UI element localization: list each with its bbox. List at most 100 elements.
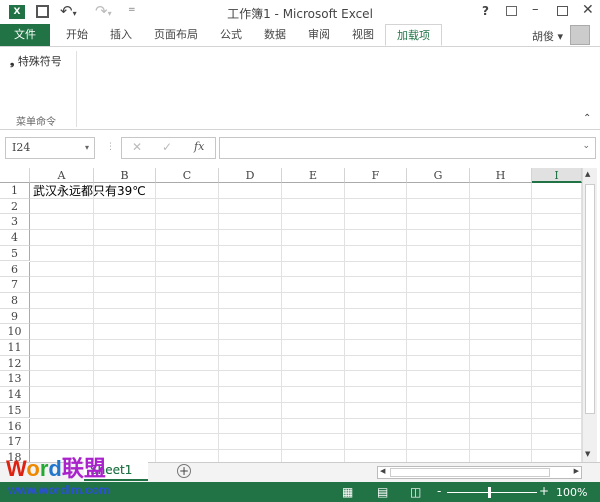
formula-buttons: ✕ ✓ fx	[121, 137, 216, 159]
enter-icon[interactable]: ✓	[162, 140, 172, 154]
formula-bar-grip[interactable]: ⋮	[106, 142, 115, 152]
title-bar: X ↶▾ ↷▾ = 工作簿1 - Microsoft Excel ? – ✕	[0, 0, 600, 24]
gridline	[30, 229, 582, 231]
gridline	[30, 307, 582, 309]
cell-A1[interactable]: 武汉永远都只有39℃	[33, 183, 146, 198]
tab-data[interactable]: 数据	[253, 24, 297, 46]
chevron-down-icon[interactable]: ▾	[85, 138, 89, 158]
name-box-value: I24	[12, 141, 31, 154]
cancel-icon[interactable]: ✕	[132, 140, 142, 154]
user-name: 胡俊	[532, 30, 554, 43]
tab-page-layout[interactable]: 页面布局	[143, 24, 209, 46]
row-header-11[interactable]: 11	[0, 340, 30, 356]
column-header-H[interactable]: H	[470, 168, 532, 183]
row-header-9[interactable]: 9	[0, 308, 30, 325]
tab-file[interactable]: 文件	[0, 24, 50, 46]
minimize-button[interactable]: –	[532, 2, 539, 17]
group-divider	[76, 51, 77, 127]
column-header-G[interactable]: G	[407, 168, 470, 183]
row-header-16[interactable]: 16	[0, 418, 30, 435]
ribbon-tabs: 文件 开始 插入 页面布局 公式 数据 审阅 视图 加载项 胡俊 ▾	[0, 24, 600, 46]
tab-insert[interactable]: 插入	[99, 24, 143, 46]
insert-function-icon[interactable]: fx	[194, 140, 204, 153]
gridline	[30, 401, 582, 403]
tab-review[interactable]: 审阅	[297, 24, 341, 46]
zoom-in-button[interactable]: +	[539, 484, 549, 498]
comma-icon: ❟	[10, 55, 15, 68]
page-break-view-icon[interactable]: ◫	[410, 485, 421, 499]
watermark-logo: Word联盟	[6, 456, 106, 481]
column-header-D[interactable]: D	[219, 168, 282, 183]
zoom-slider[interactable]	[447, 492, 537, 493]
close-button[interactable]: ✕	[582, 2, 594, 18]
row-header-7[interactable]: 7	[0, 277, 30, 293]
tab-add-ins[interactable]: 加载项	[385, 24, 442, 46]
add-sheet-icon[interactable]: +	[177, 464, 191, 478]
gridline	[30, 370, 582, 372]
watermark-url: www.wordlm.com	[8, 483, 110, 497]
user-account[interactable]: 胡俊 ▾	[532, 28, 563, 44]
maximize-button[interactable]	[557, 6, 568, 16]
scroll-up-icon[interactable]: ▲	[585, 170, 590, 178]
h-scroll-thumb[interactable]	[390, 468, 550, 477]
column-header-B[interactable]: B	[94, 168, 156, 183]
zoom-slider-thumb[interactable]	[488, 487, 491, 498]
column-header-I[interactable]: I	[532, 168, 582, 183]
worksheet-grid[interactable]: A B C D E F G H I 1 2 3 4 5 6 7 8 9 10 11 12 13 14 15 16 17 18 武汉永远…	[0, 168, 582, 462]
zoom-level[interactable]: 100%	[556, 486, 587, 499]
gridline	[30, 260, 582, 262]
column-header-E[interactable]: E	[282, 168, 345, 183]
zoom-out-button[interactable]: -	[437, 484, 441, 498]
gridline	[30, 291, 582, 293]
scroll-right-icon[interactable]: ▶	[574, 467, 579, 475]
column-header-A[interactable]: A	[30, 168, 94, 183]
scroll-thumb[interactable]	[585, 184, 595, 414]
row-header-14[interactable]: 14	[0, 387, 30, 403]
gridline	[30, 213, 582, 215]
tab-formulas[interactable]: 公式	[209, 24, 253, 46]
row-header-4[interactable]: 4	[0, 230, 30, 246]
scroll-left-icon[interactable]: ◀	[380, 467, 385, 475]
tab-view[interactable]: 视图	[341, 24, 385, 46]
vertical-scrollbar[interactable]: ▲ ▼	[582, 168, 597, 462]
formula-bar: I24 ▾ ⋮ ✕ ✓ fx ⌄	[0, 130, 600, 166]
gridline	[30, 339, 582, 340]
name-box[interactable]: I24 ▾	[5, 137, 95, 159]
row-header-10[interactable]: 10	[0, 324, 30, 340]
gridline	[30, 448, 582, 450]
gridline	[30, 276, 582, 278]
row-header-3[interactable]: 3	[0, 214, 30, 231]
gridline	[30, 386, 582, 388]
special-symbols-button[interactable]: ❟ 特殊符号	[10, 53, 62, 69]
row-header-12[interactable]: 12	[0, 355, 30, 372]
horizontal-scrollbar[interactable]: ◀ ▶	[377, 466, 582, 479]
row-header-17[interactable]: 17	[0, 434, 30, 450]
gridline	[30, 417, 582, 419]
avatar[interactable]	[570, 25, 590, 45]
expand-formula-icon[interactable]: ⌄	[582, 141, 590, 151]
special-symbols-label: 特殊符号	[17, 55, 62, 68]
row-header-6[interactable]: 6	[0, 261, 30, 278]
ribbon-group-label: 菜单命令	[16, 117, 56, 128]
gridline	[30, 354, 582, 356]
formula-input[interactable]: ⌄	[219, 137, 596, 159]
column-header-F[interactable]: F	[345, 168, 407, 183]
scroll-down-icon[interactable]: ▼	[585, 450, 590, 458]
page-layout-view-icon[interactable]: ▤	[377, 485, 388, 499]
row-header-1[interactable]: 1	[0, 183, 30, 199]
row-header-13[interactable]: 13	[0, 371, 30, 388]
gridline	[30, 323, 582, 325]
select-all-corner[interactable]	[0, 168, 30, 183]
collapse-ribbon-icon[interactable]: ⌃	[583, 113, 591, 124]
help-button[interactable]: ?	[482, 4, 489, 18]
ribbon-display-options-button[interactable]	[506, 6, 517, 16]
column-header-C[interactable]: C	[156, 168, 219, 183]
normal-view-icon[interactable]: ▦	[342, 485, 353, 499]
row-header-2[interactable]: 2	[0, 198, 30, 215]
ribbon: ❟ 特殊符号 菜单命令 ⌃	[0, 46, 600, 130]
tab-home[interactable]: 开始	[50, 24, 99, 46]
row-header-8[interactable]: 8	[0, 292, 30, 309]
row-header-5[interactable]: 5	[0, 245, 30, 262]
gridline	[30, 244, 582, 246]
row-header-15[interactable]: 15	[0, 402, 30, 419]
